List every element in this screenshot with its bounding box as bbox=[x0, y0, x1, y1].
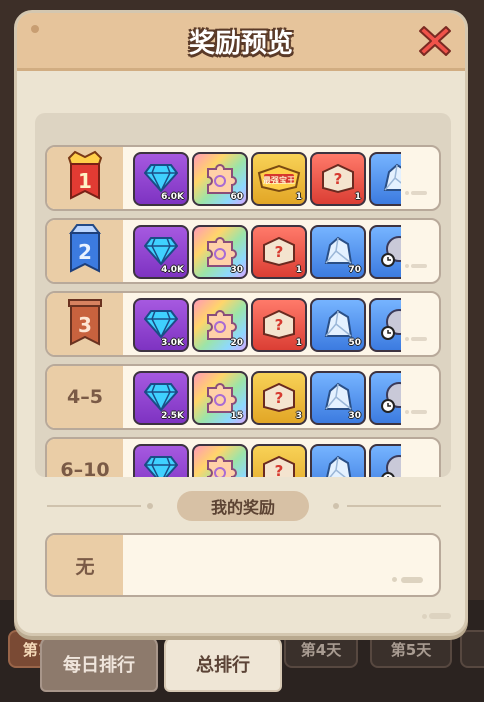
reward-item-mystery-chest[interactable]: ? 3 bbox=[251, 371, 307, 425]
divider-left bbox=[47, 505, 141, 507]
reward-count: 1 bbox=[295, 338, 302, 348]
row-deco-dot bbox=[392, 577, 397, 582]
close-x-icon bbox=[419, 26, 451, 56]
row-deco-dot bbox=[405, 410, 409, 414]
reward-count: 1 bbox=[295, 265, 302, 275]
reward-item-puzzle-piece[interactable]: 30 bbox=[192, 225, 248, 279]
row-deco-bar bbox=[411, 410, 427, 414]
reward-item-diamond[interactable]: 4.0K bbox=[133, 225, 189, 279]
reward-count: 20 bbox=[230, 338, 243, 348]
row-deco-bar bbox=[411, 191, 427, 195]
reward-item-title-card[interactable]: 最强宝王 1 bbox=[251, 152, 307, 206]
reward-preview-modal: 奖励预览 1 6.0K 60 最强宝王 1? 1 2 4.0K 30? 1 70 3 3.0K 20? 1 5… bbox=[14, 10, 468, 636]
reward-item-puzzle-piece[interactable]: 60 bbox=[192, 152, 248, 206]
reward-count: 30 bbox=[230, 265, 243, 275]
bronze-ribbon-icon: 3 bbox=[63, 296, 107, 352]
row-deco-dot bbox=[405, 264, 409, 268]
title-card-text: 最强宝王 bbox=[263, 176, 295, 185]
reward-item-mystery-chest[interactable]: ? 1 bbox=[251, 225, 307, 279]
reward-item-diamond[interactable]: 6.0K bbox=[133, 152, 189, 206]
reward-item-diamond[interactable] bbox=[133, 444, 189, 477]
rank-row: 3 3.0K 20? 1 50 bbox=[45, 291, 441, 357]
reward-item-puzzle-piece[interactable]: 20 bbox=[192, 298, 248, 352]
reward-item-mystery-chest[interactable]: ? 1 bbox=[310, 152, 366, 206]
reward-count: 50 bbox=[348, 338, 361, 348]
row-deco-bar bbox=[411, 337, 427, 341]
reward-count: 30 bbox=[348, 411, 361, 421]
modal-title: 奖励预览 bbox=[188, 29, 293, 59]
divider-dot-right bbox=[333, 503, 339, 509]
reward-items: 4.0K 30? 1 70 bbox=[133, 225, 401, 281]
bottom-tabs: 每日排行 总排行 bbox=[0, 636, 484, 702]
divider-right bbox=[347, 505, 441, 507]
my-reward-label: 我的奖励 bbox=[177, 491, 309, 521]
rank-badge: 6–10 bbox=[47, 439, 123, 477]
reward-count: 6.0K bbox=[161, 192, 184, 202]
reward-items: ? bbox=[133, 444, 401, 477]
rank-row: 2 4.0K 30? 1 70 bbox=[45, 218, 441, 284]
reward-count: 3.0K bbox=[161, 338, 184, 348]
reward-count: 1 bbox=[295, 192, 302, 202]
reward-item-puzzle-piece[interactable]: 15 bbox=[192, 371, 248, 425]
svg-text:?: ? bbox=[275, 243, 284, 261]
svg-text:?: ? bbox=[275, 316, 284, 334]
svg-text:2: 2 bbox=[78, 240, 92, 264]
tab-daily-ranking[interactable]: 每日排行 bbox=[40, 636, 158, 692]
reward-item-timer-token[interactable] bbox=[369, 225, 401, 279]
reward-item-mystery-chest[interactable]: ? bbox=[251, 444, 307, 477]
rank-badge: 2 bbox=[47, 220, 123, 282]
reward-items: 3.0K 20? 1 50 bbox=[133, 298, 401, 354]
row-deco-dot bbox=[405, 191, 409, 195]
silver-shield-ribbon-icon: 2 bbox=[63, 223, 107, 279]
reward-count: 1 bbox=[354, 192, 361, 202]
reward-item-crystal-ore[interactable]: 50 bbox=[310, 298, 366, 352]
reward-item-crystal-ore[interactable] bbox=[369, 152, 401, 206]
svg-text:1: 1 bbox=[78, 169, 92, 193]
rank-badge: 1 bbox=[47, 147, 123, 209]
reward-count: 2.5K bbox=[161, 411, 184, 421]
tab-total-ranking[interactable]: 总排行 bbox=[164, 636, 282, 692]
gold-crown-ribbon-icon: 1 bbox=[63, 150, 107, 206]
row-deco-bar bbox=[401, 577, 423, 583]
reward-count: 3 bbox=[295, 411, 302, 421]
reward-item-crystal-ore[interactable] bbox=[310, 444, 366, 477]
reward-item-diamond[interactable]: 3.0K bbox=[133, 298, 189, 352]
reward-item-timer-token[interactable] bbox=[369, 444, 401, 477]
row-deco-dot bbox=[405, 337, 409, 341]
reward-count: 4.0K bbox=[161, 265, 184, 275]
reward-item-diamond[interactable]: 2.5K bbox=[133, 371, 189, 425]
svg-text:?: ? bbox=[275, 389, 284, 407]
svg-text:?: ? bbox=[275, 462, 284, 477]
reward-item-puzzle-piece[interactable] bbox=[192, 444, 248, 477]
rank-row: 1 6.0K 60 最强宝王 1? 1 bbox=[45, 145, 441, 211]
rank-row: 4–5 2.5K 15? 3 30 bbox=[45, 364, 441, 430]
reward-count: 60 bbox=[230, 192, 243, 202]
modal-deco-bar bbox=[429, 613, 451, 619]
modal-header: 奖励预览 bbox=[17, 13, 465, 71]
reward-items: 6.0K 60 最强宝王 1? 1 bbox=[133, 152, 401, 208]
modal-deco-dot bbox=[422, 614, 427, 619]
rank-reward-list[interactable]: 1 6.0K 60 最强宝王 1? 1 2 4.0K 30? 1 70 3 3.0K 20? 1 50 4–5 2… bbox=[35, 113, 451, 477]
rank-label: 6–10 bbox=[60, 459, 110, 477]
my-reward-row: 无 bbox=[45, 533, 441, 597]
reward-item-mystery-chest[interactable]: ? 1 bbox=[251, 298, 307, 352]
reward-item-timer-token[interactable] bbox=[369, 298, 401, 352]
my-reward-value: 无 bbox=[47, 535, 123, 595]
reward-count: 15 bbox=[230, 411, 243, 421]
reward-item-crystal-ore[interactable]: 70 bbox=[310, 225, 366, 279]
rank-badge: 4–5 bbox=[47, 366, 123, 428]
row-deco-bar bbox=[411, 264, 427, 268]
rank-label: 4–5 bbox=[67, 386, 103, 408]
reward-item-timer-token[interactable] bbox=[369, 371, 401, 425]
divider-dot-left bbox=[147, 503, 153, 509]
reward-count: 70 bbox=[348, 265, 361, 275]
svg-text:3: 3 bbox=[78, 313, 92, 337]
svg-text:?: ? bbox=[334, 170, 343, 188]
reward-item-crystal-ore[interactable]: 30 bbox=[310, 371, 366, 425]
close-button[interactable] bbox=[417, 23, 453, 59]
rank-row: 6–10? bbox=[45, 437, 441, 477]
rank-badge: 3 bbox=[47, 293, 123, 355]
reward-items: 2.5K 15? 3 30 bbox=[133, 371, 401, 427]
